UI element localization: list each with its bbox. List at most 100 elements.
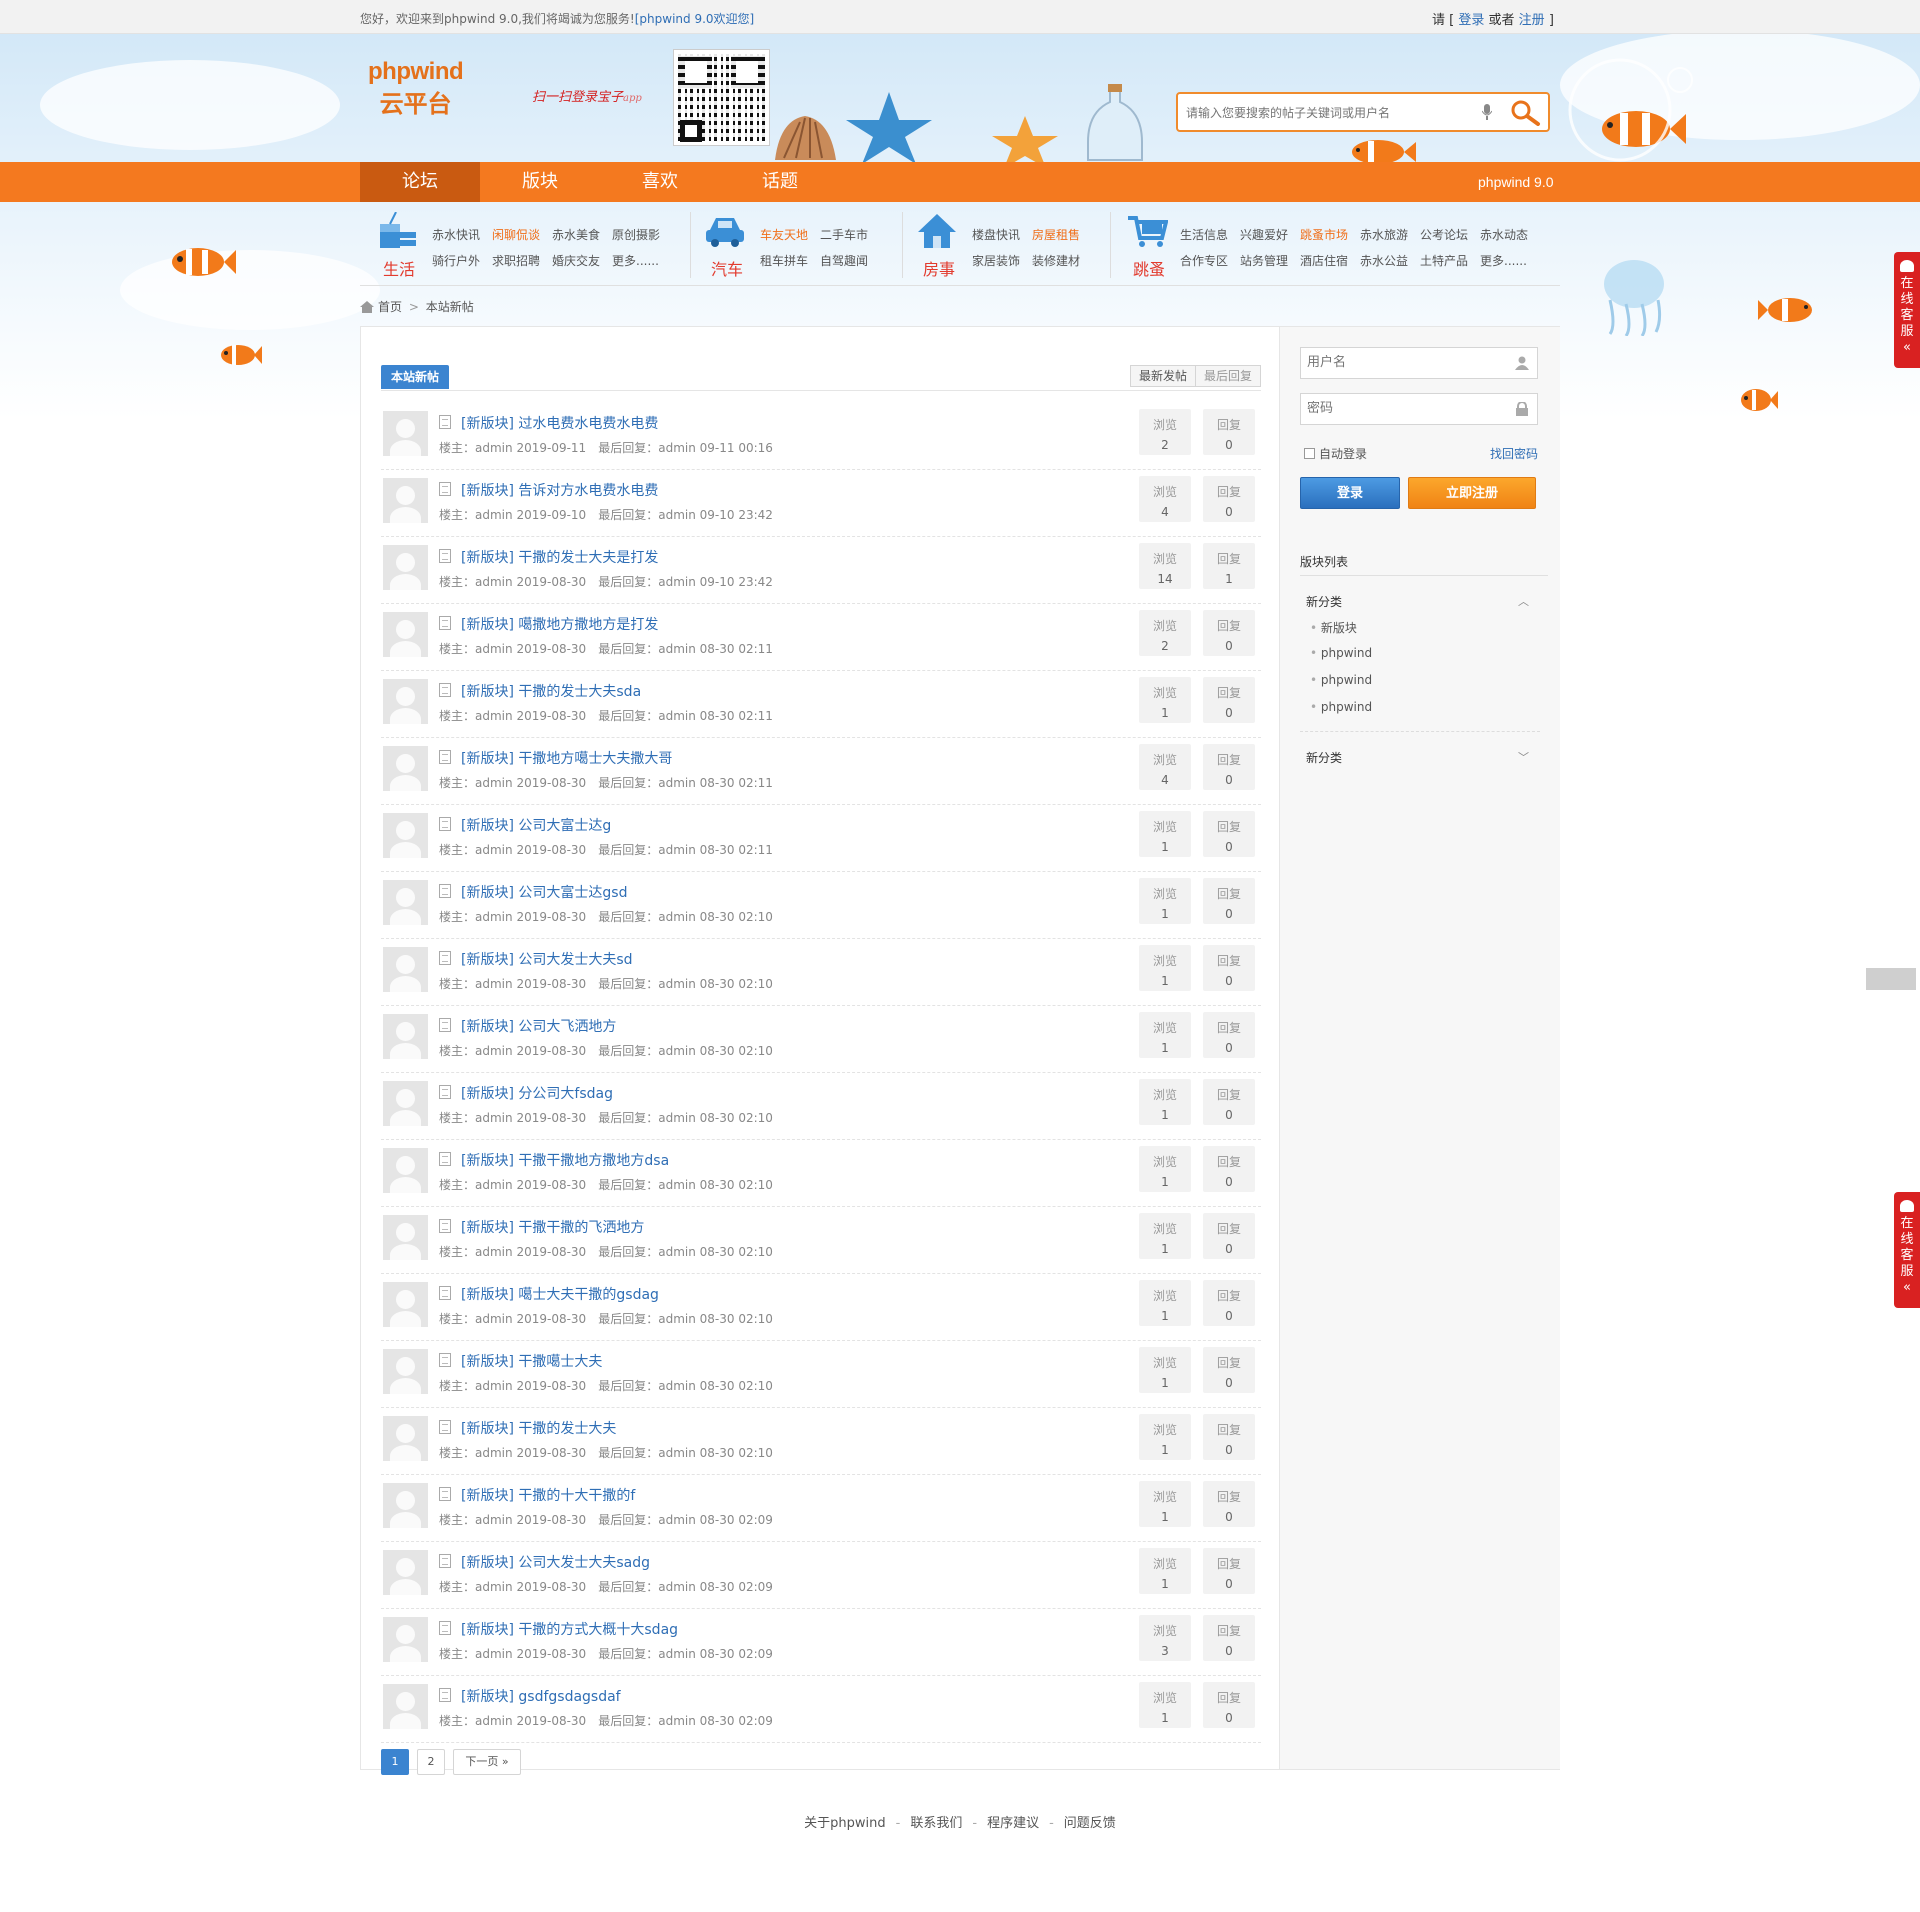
thread-title-link[interactable]: [新版块] 噶撒地方撒地方是打发 [461, 614, 658, 634]
forgot-password-link[interactable]: 找回密码 [1490, 445, 1538, 462]
page-1-button[interactable]: 1 [381, 1749, 409, 1775]
category-link[interactable]: 合作专区 [1180, 252, 1228, 269]
last-reply-user[interactable]: admin [658, 1714, 696, 1728]
thread-tag[interactable]: [新版块] [461, 483, 514, 499]
thread-tag[interactable]: [新版块] [461, 684, 514, 700]
avatar[interactable] [383, 1282, 428, 1327]
thread-author[interactable]: admin [475, 441, 513, 455]
last-reply-user[interactable]: admin [658, 977, 696, 991]
category-link[interactable]: 赤水公益 [1360, 252, 1408, 269]
remember-me[interactable]: 自动登录 [1304, 445, 1367, 462]
thread-row[interactable]: [新版块] 噶士大夫干撒的gsdag 楼主：admin 2019-08-30 最后回… [381, 1274, 1261, 1341]
category-link[interactable]: 酒店住宿 [1300, 252, 1348, 269]
category-link[interactable]: 租车拼车 [760, 252, 808, 269]
thread-title[interactable]: 公司大发士大夫sd [518, 952, 632, 968]
category-link[interactable]: 楼盘快讯 [972, 226, 1020, 243]
thread-tag[interactable]: [新版块] [461, 885, 514, 901]
nav-item-forum[interactable]: 论坛 [360, 162, 480, 202]
thread-author[interactable]: admin [475, 642, 513, 656]
thread-title[interactable]: gsdfgsdagsdaf [518, 1689, 620, 1705]
forum-category-header[interactable]: 新分类 [1306, 593, 1342, 610]
thread-title[interactable]: 干撒的方式大概十大sdag [518, 1622, 678, 1638]
thread-tag[interactable]: [新版块] [461, 952, 514, 968]
microphone-icon[interactable] [1481, 104, 1493, 124]
thread-title[interactable]: 干撒的发士大夫是打发 [518, 550, 658, 566]
thread-row[interactable]: [新版块] 告诉对方水电费水电费 楼主：admin 2019-09-10 最后回复：… [381, 470, 1261, 537]
thread-tag[interactable]: [新版块] [461, 1421, 514, 1437]
thread-author[interactable]: admin [475, 1245, 513, 1259]
thread-title-link[interactable]: [新版块] 干撒地方噶士大夫撒大哥 [461, 748, 672, 768]
thread-row[interactable]: [新版块] 干撒的发士大夫 楼主：admin 2019-08-30 最后回复：adm… [381, 1408, 1261, 1475]
thread-tag[interactable]: [新版块] [461, 1354, 514, 1370]
username-input[interactable] [1307, 355, 1507, 370]
thread-author[interactable]: admin [475, 508, 513, 522]
category-link[interactable]: 原创摄影 [612, 226, 660, 243]
thread-row[interactable]: [新版块] 公司大富士达g 楼主：admin 2019-08-30 最后回复：adm… [381, 805, 1261, 872]
last-reply-user[interactable]: admin [658, 1044, 696, 1058]
avatar[interactable] [383, 1550, 428, 1595]
last-reply-user[interactable]: admin [658, 1446, 696, 1460]
thread-row[interactable]: [新版块] 公司大飞洒地方 楼主：admin 2019-08-30 最后回复：adm… [381, 1006, 1261, 1073]
forum-item[interactable]: 新版块 [1310, 619, 1357, 636]
category-link[interactable]: 求职招聘 [492, 252, 540, 269]
avatar[interactable] [383, 880, 428, 925]
avatar[interactable] [383, 612, 428, 657]
thread-title-link[interactable]: [新版块] 干撒的十大干撒的f [461, 1485, 635, 1505]
last-reply-user[interactable]: admin [658, 1178, 696, 1192]
welcome-tag-link[interactable]: [phpwind 9.0欢迎您] [635, 12, 754, 26]
thread-author[interactable]: admin [475, 843, 513, 857]
site-logo[interactable]: phpwind 云平台 [368, 58, 464, 119]
thread-row[interactable]: [新版块] 公司大发士大夫sadg 楼主：admin 2019-08-30 最后回复… [381, 1542, 1261, 1609]
category-name[interactable]: 房事 [916, 256, 962, 280]
thread-tag[interactable]: [新版块] [461, 416, 514, 432]
thread-tag[interactable]: [新版块] [461, 550, 514, 566]
nav-item-likes[interactable]: 喜欢 [600, 162, 720, 202]
thread-author[interactable]: admin [475, 1446, 513, 1460]
thread-row[interactable]: [新版块] 干撒的发士大夫sda 楼主：admin 2019-08-30 最后回复：… [381, 671, 1261, 738]
last-reply-user[interactable]: admin [658, 1245, 696, 1259]
category-link[interactable]: 土特产品 [1420, 252, 1468, 269]
category-link[interactable]: 公考论坛 [1420, 226, 1468, 243]
thread-title[interactable]: 干撒的十大干撒的f [518, 1488, 635, 1504]
sort-tab-newest[interactable]: 最新发帖 [1131, 366, 1195, 386]
last-reply-user[interactable]: admin [658, 843, 696, 857]
thread-tag[interactable]: [新版块] [461, 1220, 514, 1236]
thread-tag[interactable]: [新版块] [461, 1153, 514, 1169]
category-link[interactable]: 赤水动态 [1480, 226, 1528, 243]
category-link[interactable]: 更多...... [612, 252, 659, 269]
online-service-button[interactable]: 在线客服 « [1894, 1192, 1920, 1308]
thread-title-link[interactable]: [新版块] 分公司大fsdag [461, 1083, 613, 1103]
thread-tag[interactable]: [新版块] [461, 1488, 514, 1504]
thread-author[interactable]: admin [475, 1379, 513, 1393]
remember-checkbox[interactable] [1304, 448, 1315, 459]
thread-title-link[interactable]: [新版块] 过水电费水电费水电费 [461, 413, 658, 433]
forum-item[interactable]: phpwind [1310, 700, 1372, 714]
login-button[interactable]: 登录 [1300, 477, 1400, 509]
thread-title[interactable]: 干撒噶士大夫 [518, 1354, 602, 1370]
category-link[interactable]: 家居装饰 [972, 252, 1020, 269]
last-reply-user[interactable]: admin [658, 642, 696, 656]
thread-tag[interactable]: [新版块] [461, 1086, 514, 1102]
thread-title-link[interactable]: [新版块] 公司大飞洒地方 [461, 1016, 616, 1036]
category-link[interactable]: 自驾趣闻 [820, 252, 868, 269]
thread-author[interactable]: admin [475, 776, 513, 790]
top-login-link[interactable]: 登录 [1458, 13, 1484, 28]
category-link[interactable]: 房屋租售 [1032, 226, 1080, 243]
register-button[interactable]: 立即注册 [1408, 477, 1536, 509]
thread-author[interactable]: admin [475, 1111, 513, 1125]
avatar[interactable] [383, 679, 428, 724]
last-reply-user[interactable]: admin [658, 776, 696, 790]
chevron-up-icon[interactable]: ︿ [1518, 593, 1529, 609]
top-register-link[interactable]: 注册 [1519, 13, 1545, 28]
category-link[interactable]: 骑行户外 [432, 252, 480, 269]
last-reply-user[interactable]: admin [658, 709, 696, 723]
search-button[interactable] [1508, 98, 1544, 126]
thread-title[interactable]: 分公司大fsdag [518, 1086, 613, 1102]
footer-link-suggestion[interactable]: 程序建议 [987, 1816, 1039, 1831]
category-link[interactable]: 车友天地 [760, 226, 808, 243]
chevron-down-icon[interactable]: ﹀ [1518, 749, 1529, 765]
thread-title[interactable]: 公司大富士达gsd [518, 885, 627, 901]
thread-title-link[interactable]: [新版块] 干撒干撒的飞洒地方 [461, 1217, 644, 1237]
thread-author[interactable]: admin [475, 1580, 513, 1594]
thread-author[interactable]: admin [475, 1513, 513, 1527]
